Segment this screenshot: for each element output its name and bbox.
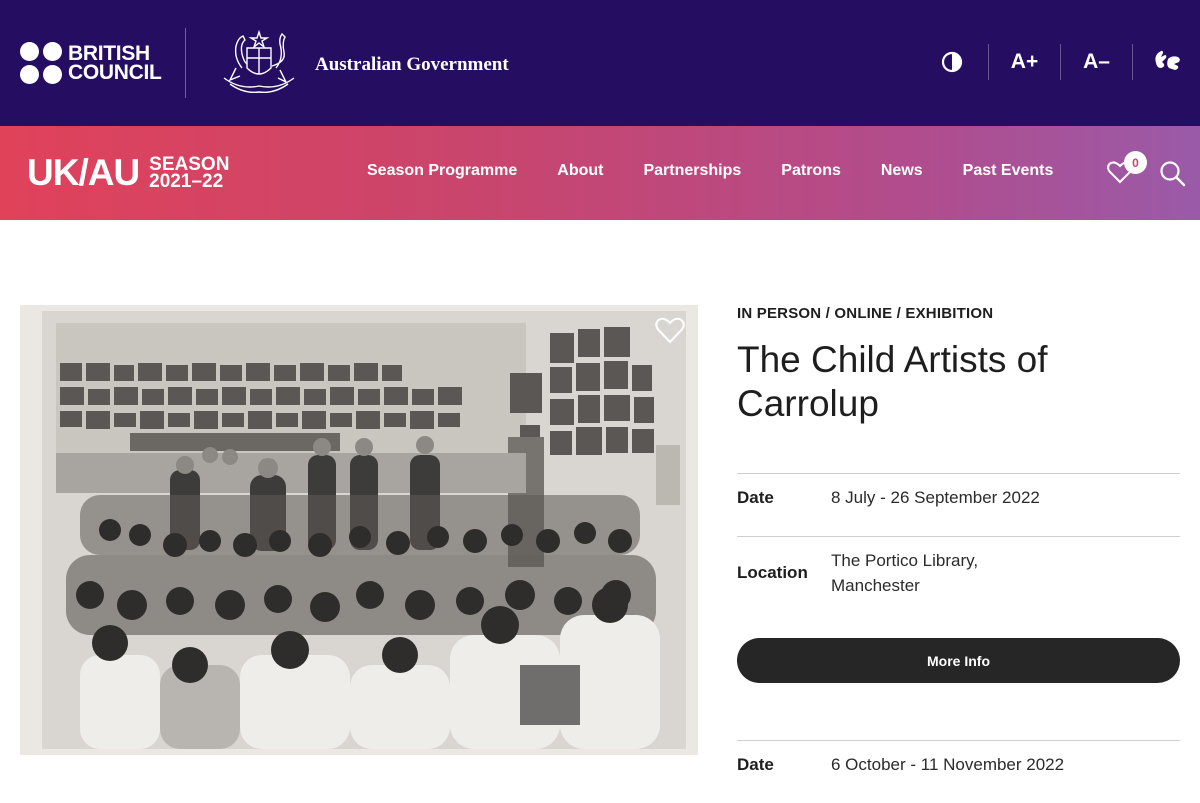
- australian-government-wordmark[interactable]: Australian Government: [315, 54, 509, 76]
- historic-classroom-photo-image: [20, 305, 698, 755]
- location-label: Location: [737, 563, 808, 582]
- nav-patrons[interactable]: Patrons: [761, 161, 861, 181]
- sign-language-button[interactable]: [1132, 44, 1200, 80]
- top-bar: BRITISH COUNCIL Australian Government A+…: [0, 0, 1200, 126]
- contrast-icon: [941, 51, 963, 73]
- date-label-second: Date: [737, 755, 774, 774]
- event-photo: [20, 305, 698, 755]
- contrast-toggle-button[interactable]: [916, 44, 988, 80]
- british-council-dots: [20, 42, 62, 84]
- nav-news[interactable]: News: [861, 161, 943, 181]
- add-to-favourites-heart-icon[interactable]: [655, 316, 685, 344]
- date-value: 8 July - 26 September 2022: [831, 488, 1040, 507]
- divider: [737, 740, 1180, 741]
- divider: [737, 536, 1180, 537]
- logo-divider: [185, 28, 186, 98]
- british-council-logo[interactable]: BRITISH COUNCIL: [20, 42, 162, 84]
- location-value: The Portico Library, Manchester: [831, 551, 979, 595]
- event-title: The Child Artists of Carrolup: [737, 339, 1048, 424]
- font-increase-button[interactable]: A+: [988, 44, 1060, 80]
- nav-partnerships[interactable]: Partnerships: [623, 161, 761, 181]
- nav-season-programme[interactable]: Season Programme: [347, 161, 537, 181]
- font-decrease-button[interactable]: A–: [1060, 44, 1132, 80]
- uk-au-wordmark: UK/AU: [27, 152, 140, 193]
- search-icon[interactable]: [1159, 160, 1186, 187]
- nav-past-events[interactable]: Past Events: [943, 161, 1074, 181]
- favourites-count-badge: 0: [1124, 151, 1147, 174]
- season-years-label: SEASON 2021–22: [149, 154, 230, 192]
- date-value-second: 6 October - 11 November 2022: [831, 755, 1065, 774]
- uk-au-season-logo[interactable]: UK/AU SEASON 2021–22: [27, 152, 230, 193]
- date-label: Date: [737, 488, 774, 507]
- more-info-button[interactable]: More Info: [737, 638, 1180, 683]
- divider: [737, 473, 1180, 474]
- australian-coat-of-arms-icon: [223, 29, 295, 94]
- british-council-wordmark: BRITISH COUNCIL: [68, 42, 162, 84]
- nav-about[interactable]: About: [537, 161, 623, 181]
- sign-language-icon: [1154, 50, 1180, 70]
- event-category: IN PERSON / ONLINE / EXHIBITION: [737, 305, 994, 322]
- nav-links: Season Programme About Partnerships Patr…: [347, 161, 1073, 181]
- accessibility-tools: A+ A–: [916, 44, 1200, 80]
